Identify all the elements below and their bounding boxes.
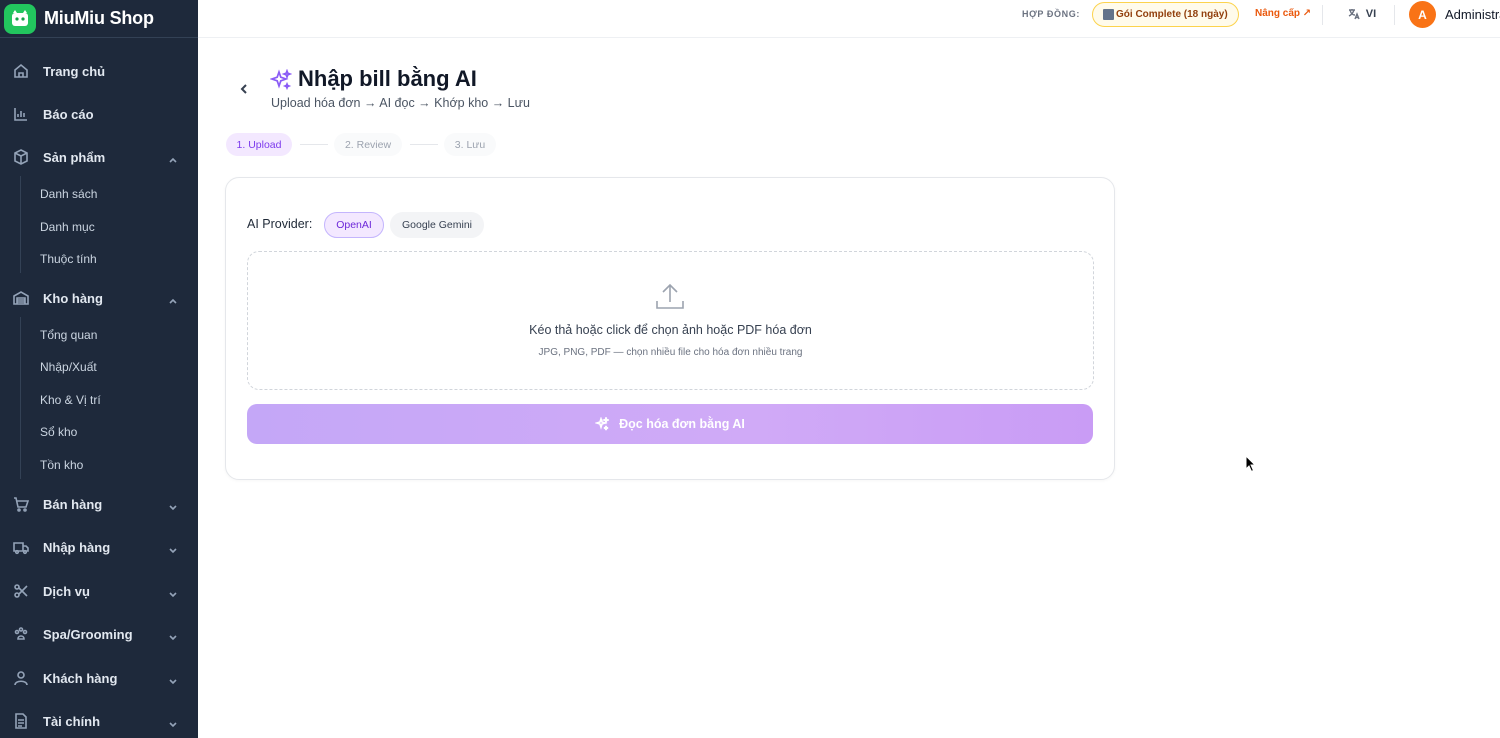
brand-name: MiuMiu Shop <box>44 8 154 28</box>
sidebar-item-label: Tài chính <box>43 713 101 729</box>
contract-label: HỢP ĐỒNG: <box>1022 9 1080 19</box>
sidebar-item-home[interactable]: Trang chủ <box>0 53 198 89</box>
chevron-down-icon <box>168 673 178 685</box>
step-review[interactable]: 2. Review <box>334 133 402 156</box>
file-dropzone[interactable]: Kéo thả hoặc click để chọn ảnh hoặc PDF … <box>247 251 1094 390</box>
sidebar-item-customers[interactable]: Khách hàng <box>0 660 198 696</box>
sidebar-item-label: Bán hàng <box>43 496 103 512</box>
chevron-down-icon <box>168 499 178 511</box>
translate-icon <box>1348 9 1360 20</box>
chevron-down-icon <box>168 586 178 598</box>
brand[interactable]: MiuMiu Shop <box>0 0 198 38</box>
upgrade-link[interactable]: Nâng cấp ↗ <box>1255 8 1311 19</box>
truck-icon <box>12 538 30 556</box>
chevron-up-icon <box>168 293 178 304</box>
provider-label: AI Provider: <box>247 217 313 231</box>
sidebar-item-spa[interactable]: Spa/Grooming <box>0 616 198 652</box>
submenu-line <box>20 176 21 273</box>
back-button[interactable] <box>236 80 252 98</box>
upload-card: AI Provider: OpenAI Google Gemini Kéo th… <box>225 177 1115 480</box>
building-icon <box>1103 9 1114 20</box>
sidebar-item-label: Sản phẩm <box>43 149 106 165</box>
chevron-left-icon <box>240 84 247 94</box>
sidebar-item-label: Trang chủ <box>43 63 106 79</box>
sidebar-subitem-import-export[interactable]: Nhập/Xuất <box>40 358 97 376</box>
ai-button-label: Đọc hóa đơn bằng AI <box>619 417 745 431</box>
topbar-divider <box>1322 5 1323 25</box>
topbar-divider <box>1394 5 1395 25</box>
sidebar-item-label: Dịch vụ <box>43 583 90 599</box>
language-switcher[interactable]: VI <box>1338 3 1386 25</box>
avatar[interactable]: A <box>1409 1 1436 28</box>
sidebar-item-label: Kho hàng <box>43 290 103 306</box>
sparkles-icon <box>595 417 610 431</box>
step-connector <box>300 144 328 145</box>
sidebar-item-finance[interactable]: Tài chính <box>0 703 198 738</box>
page-subtitle: Upload hóa đơn → AI đọc → Khớp kho → Lưu <box>271 96 530 110</box>
sidebar: MiuMiu Shop Trang chủ Báo cáo Sản phẩm D… <box>0 0 198 738</box>
document-icon <box>12 712 30 730</box>
chevron-down-icon <box>168 716 178 728</box>
mouse-cursor-icon <box>1245 454 1257 473</box>
chevron-down-icon <box>168 542 178 554</box>
topbar: HỢP ĐỒNG: Gói Complete (18 ngày) Nâng cấ… <box>198 0 1500 38</box>
scissors-icon <box>12 582 30 600</box>
sidebar-subitem-attributes[interactable]: Thuộc tính <box>40 250 97 268</box>
language-code: VI <box>1365 8 1377 20</box>
sparkles-icon <box>269 68 293 91</box>
dropzone-instruction: Kéo thả hoặc click để chọn ảnh hoặc PDF … <box>529 323 812 337</box>
submenu-line <box>20 317 21 479</box>
plan-badge[interactable]: Gói Complete (18 ngày) <box>1092 2 1239 27</box>
chevron-up-icon <box>168 152 178 163</box>
sidebar-item-label: Spa/Grooming <box>43 626 133 642</box>
dropzone-hint: JPG, PNG, PDF — chọn nhiều file cho hóa … <box>538 347 803 358</box>
sidebar-subitem-ledger[interactable]: Sổ kho <box>40 423 77 441</box>
plan-text: Gói Complete (18 ngày) <box>1116 9 1228 20</box>
sidebar-subitem-overview[interactable]: Tổng quan <box>40 326 97 344</box>
sidebar-item-sales[interactable]: Bán hàng <box>0 486 198 522</box>
step-upload[interactable]: 1. Upload <box>226 133 292 156</box>
shop-logo-icon <box>4 3 36 34</box>
read-invoice-ai-button[interactable]: Đọc hóa đơn bằng AI <box>247 404 1093 444</box>
sidebar-subitem-stock[interactable]: Tồn kho <box>40 456 83 474</box>
sidebar-item-label: Báo cáo <box>43 106 94 122</box>
sidebar-subitem-categories[interactable]: Danh mục <box>40 218 95 236</box>
chart-icon <box>12 105 30 123</box>
box-icon <box>12 148 30 166</box>
step-save[interactable]: 3. Lưu <box>444 133 496 156</box>
home-icon <box>12 62 30 80</box>
sidebar-item-reports[interactable]: Báo cáo <box>0 96 198 132</box>
sidebar-item-warehouse[interactable]: Kho hàng <box>0 280 198 316</box>
sidebar-item-services[interactable]: Dịch vụ <box>0 573 198 609</box>
page-title: Nhập bill bằng AI <box>298 66 477 91</box>
sidebar-subitem-product-list[interactable]: Danh sách <box>40 185 97 203</box>
sidebar-item-label: Nhập hàng <box>43 539 111 555</box>
sidebar-subitem-locations[interactable]: Kho & Vị trí <box>40 391 101 409</box>
sidebar-item-products[interactable]: Sản phẩm <box>0 139 198 175</box>
sidebar-item-purchasing[interactable]: Nhập hàng <box>0 529 198 565</box>
user-name[interactable]: Administrator <box>1445 7 1500 22</box>
provider-openai-button[interactable]: OpenAI <box>324 212 384 238</box>
upload-icon <box>653 280 687 314</box>
chevron-down-icon <box>168 629 178 641</box>
warehouse-icon <box>12 289 30 307</box>
sidebar-item-label: Khách hàng <box>43 670 118 686</box>
step-connector <box>410 144 438 145</box>
paw-icon <box>12 625 30 643</box>
provider-gemini-button[interactable]: Google Gemini <box>390 212 484 238</box>
user-icon <box>12 669 30 687</box>
cart-icon <box>12 495 30 513</box>
